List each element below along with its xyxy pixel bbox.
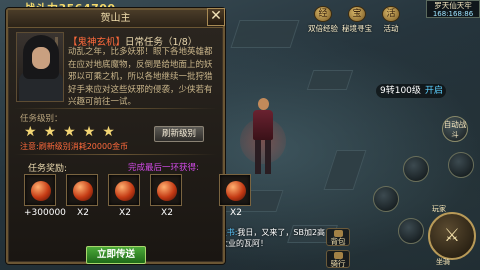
teleport-now-button[interactable]: 立即传送 [86,246,146,264]
character-head [258,98,269,110]
map-coords: 168:168:86 [432,10,474,18]
skill-slot-icon[interactable] [448,152,474,178]
reward-qty: X2 [77,208,89,218]
exp-orb-icon [31,181,51,201]
func-label: 双倍经验 [308,24,338,33]
func-double-exp[interactable]: 经 双倍经验 [308,6,338,33]
character-body [253,110,273,140]
ride-button[interactable]: 骑行 [326,250,350,268]
fire-orb-icon [73,181,93,201]
skill-slot-icon[interactable] [398,218,424,244]
bag-icon [334,230,343,237]
sword-icon: ⚔ [443,225,461,246]
reward-list: +300000 X2 X2 X2 X2 [24,174,261,218]
reward-qty: X2 [161,208,173,218]
minimap[interactable]: 罗天仙天牢 168:168:86 [426,0,480,18]
reward-label: 任务奖励: [28,164,68,174]
final-reward-label: 完成最后一环获得: [128,163,199,173]
reward-slot [24,174,56,206]
reward-item[interactable]: X2 [66,174,100,218]
reward-item[interactable]: X2 [108,174,142,218]
level-text: 9转100级 [380,86,421,96]
character-leg [265,140,271,174]
divider [14,108,217,109]
treasure-icon: 宝 [348,6,366,22]
func-treasure[interactable]: 宝 秘境寻宝 [342,6,372,33]
horse-icon [334,252,343,259]
star-icon: ★ [63,124,76,140]
map-name: 罗天仙天牢 [434,1,472,10]
event-icon: 活 [382,6,400,22]
reward-slot [219,174,251,206]
skill-slot-icon[interactable] [373,186,399,212]
fire-orb-icon [115,181,135,201]
skill-slot-icon[interactable] [403,156,429,182]
quest-dialog: 贺山主 ✕ 【鬼神玄机】日常任务（1/8） 动乱之年，比多妖邪！眼下各地英雄都在… [6,8,251,264]
ride-label: 骑行 [330,259,346,268]
reward-item[interactable]: +300000 [24,174,66,218]
fire-orb-icon [226,181,246,201]
player-character [240,98,286,176]
star-icon: ★ [43,124,57,140]
reward-item[interactable]: X2 [150,174,184,218]
refresh-level-button[interactable]: 刷新级别 [154,126,204,142]
quest-level-stars: ★ ★ ★ ★ ★ [24,125,115,139]
reward-slot [108,174,140,206]
level-unlock-pill[interactable]: 9转100级 开启 [376,84,446,98]
scenery-rock [230,20,300,48]
bag-button[interactable]: 背包 [326,228,350,246]
function-bar: 经 双倍经验 宝 秘境寻宝 活 活动 [308,6,406,33]
dialog-title: 贺山主 [8,10,223,28]
mount-label: 坐骑 [436,258,450,266]
close-button[interactable]: ✕ [207,8,225,26]
attack-button[interactable]: ⚔ [428,212,476,260]
reward-slot [150,174,182,206]
reward-qty: +300000 [24,208,66,218]
quest-level-label: 任务级别： [20,114,63,124]
fire-orb-icon [157,181,177,201]
scenery-rock [323,150,367,190]
star-icon: ★ [24,124,37,140]
bag-label: 背包 [330,237,346,246]
func-label: 秘境寻宝 [342,24,372,33]
star-icon: ★ [102,124,115,140]
character-leg [255,140,261,174]
func-label: 活动 [383,24,399,33]
level-open-link[interactable]: 开启 [425,86,443,96]
npc-portrait [16,32,64,102]
auto-battle-button[interactable]: 自动战斗 [442,116,468,142]
star-icon: ★ [82,124,96,140]
quest-description: 动乱之年，比多妖邪！眼下各地英雄都在应对地底魔物，反倒是给地面上的妖邪以可乘之机… [68,47,213,107]
double-exp-icon: 经 [314,6,332,22]
portrait-face [32,47,50,69]
reward-qty: X2 [230,208,242,218]
final-reward-item[interactable]: X2 [219,174,253,218]
func-event[interactable]: 活 活动 [376,6,406,33]
divider [14,154,217,155]
scenery-rock [306,70,354,90]
reward-qty: X2 [119,208,131,218]
reward-slot [66,174,98,206]
refresh-cost-note: 注意:刷新级别消耗20000金币 [20,142,129,151]
